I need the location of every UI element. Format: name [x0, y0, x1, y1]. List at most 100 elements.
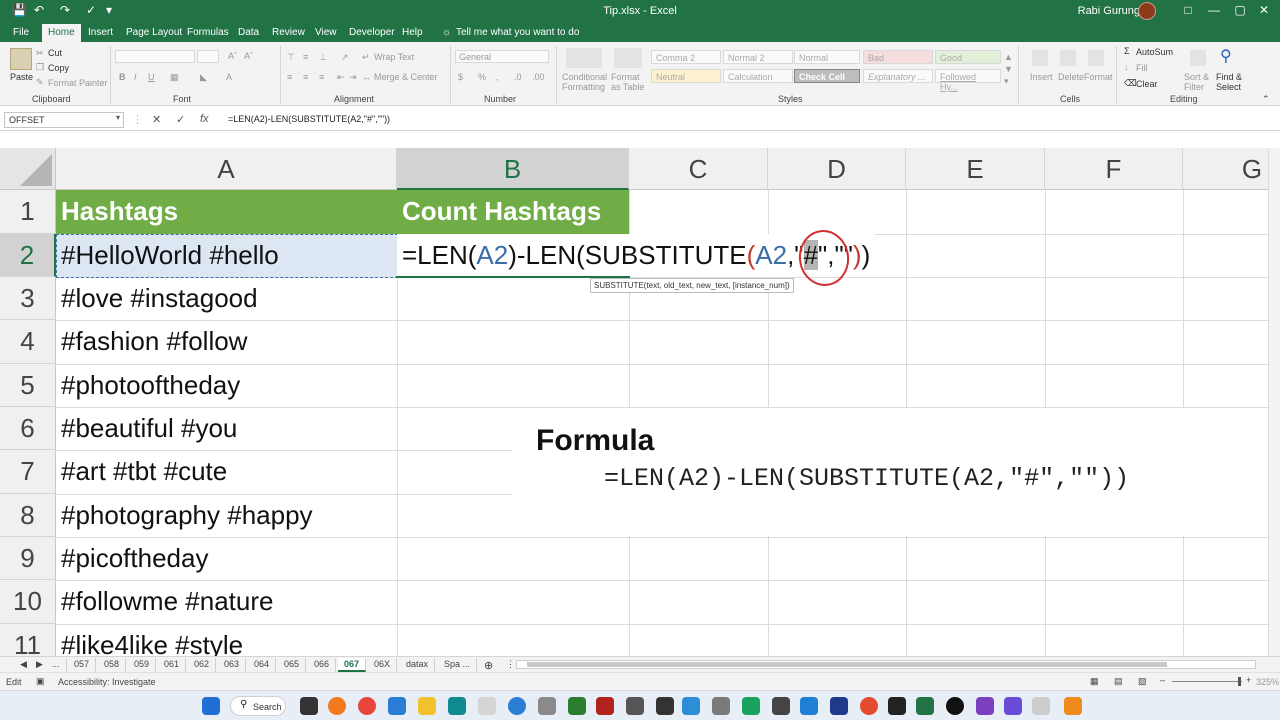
- borders-icon[interactable]: ▦: [170, 72, 179, 83]
- sheet-tab-066[interactable]: 066: [308, 658, 337, 672]
- style-followed-hyperlink[interactable]: Followed Hy...: [935, 69, 1001, 92]
- column-header-a[interactable]: A: [56, 148, 397, 190]
- row-header-4[interactable]: 4: [0, 320, 56, 364]
- filezilla-icon[interactable]: [596, 697, 614, 715]
- tab-developer[interactable]: Developer: [349, 27, 395, 38]
- name-box-dropdown-icon[interactable]: ▾: [116, 113, 120, 122]
- cell-a1[interactable]: Hashtags: [56, 190, 397, 234]
- app-icon[interactable]: [568, 697, 586, 715]
- paste-icon[interactable]: [10, 48, 32, 70]
- collapse-ribbon-icon[interactable]: ⌃: [1262, 94, 1270, 105]
- decrease-indent-icon[interactable]: ⇤: [337, 72, 345, 83]
- autosum-button[interactable]: AutoSum: [1136, 47, 1173, 57]
- column-header-d[interactable]: D: [768, 148, 906, 190]
- avatar[interactable]: [1138, 2, 1156, 20]
- cell-a9[interactable]: #picoftheday: [56, 537, 213, 580]
- zoom-in-icon[interactable]: +: [1246, 675, 1251, 685]
- macro-record-icon[interactable]: ▣: [36, 676, 45, 687]
- cancel-icon[interactable]: ✕: [152, 113, 161, 126]
- align-middle-icon[interactable]: ≡: [303, 52, 308, 62]
- sheet-tab-spa[interactable]: Spa ...: [438, 658, 478, 672]
- column-header-g[interactable]: G: [1183, 148, 1268, 190]
- tab-file[interactable]: File: [13, 27, 29, 38]
- select-all-corner[interactable]: [0, 148, 56, 190]
- align-top-icon[interactable]: ⊤: [287, 52, 295, 63]
- column-header-c[interactable]: C: [629, 148, 768, 190]
- scroll-thumb[interactable]: [527, 662, 1167, 667]
- tab-formulas[interactable]: Formulas: [187, 27, 229, 38]
- ribbon-display-icon[interactable]: □: [1178, 3, 1198, 17]
- italic-icon[interactable]: I: [134, 72, 137, 82]
- vertical-scrollbar[interactable]: [1268, 148, 1280, 656]
- accessibility-status[interactable]: Accessibility: Investigate: [58, 677, 156, 687]
- merge-center-button[interactable]: Merge & Center: [374, 72, 438, 82]
- decrease-decimal-icon[interactable]: .00: [532, 72, 545, 82]
- chrome-icon[interactable]: [358, 697, 376, 715]
- sheet-tab-057[interactable]: 057: [68, 658, 97, 672]
- app-icon[interactable]: [656, 697, 674, 715]
- sheet-tab-061[interactable]: 061: [158, 658, 187, 672]
- cell-a3[interactable]: #love #instagood: [56, 277, 263, 320]
- row-header-5[interactable]: 5: [0, 364, 56, 407]
- cell-a11[interactable]: #like4like #style: [56, 624, 248, 656]
- font-shrink-icon[interactable]: Aˇ: [244, 51, 253, 61]
- row-header-1[interactable]: 1: [0, 190, 56, 234]
- styles-more-icon[interactable]: ▾: [1004, 76, 1009, 87]
- formula-input[interactable]: =LEN(A2)-LEN(SUBSTITUTE(A2,"#","")): [228, 114, 390, 124]
- sheet-tab-datax[interactable]: datax: [400, 658, 436, 672]
- maximize-icon[interactable]: ▢: [1230, 3, 1250, 17]
- sheet-tab-065[interactable]: 065: [278, 658, 307, 672]
- tab-insert[interactable]: Insert: [88, 27, 113, 38]
- row-header-7[interactable]: 7: [0, 450, 56, 494]
- visual-studio-icon[interactable]: [976, 697, 994, 715]
- enter-icon[interactable]: ✓: [176, 113, 185, 126]
- taskbar-search[interactable]: Search: [230, 696, 286, 716]
- column-header-b[interactable]: B: [397, 148, 629, 190]
- row-header-2[interactable]: 2: [0, 234, 56, 277]
- cut-button[interactable]: Cut: [48, 48, 62, 58]
- sheet-tab-067[interactable]: 067: [338, 658, 367, 672]
- app-icon[interactable]: [478, 697, 496, 715]
- paste-button[interactable]: Paste: [10, 72, 33, 82]
- sheet-tab-06x[interactable]: 06X: [368, 658, 398, 672]
- copy-button[interactable]: Copy: [48, 63, 69, 73]
- font-name-dropdown[interactable]: [115, 50, 195, 63]
- zoom-level[interactable]: 325%: [1256, 677, 1279, 687]
- sort-filter-button[interactable]: Sort & Filter: [1184, 72, 1218, 92]
- style-calculation[interactable]: Calculation: [723, 69, 793, 83]
- conditional-formatting-button[interactable]: Conditional Formatting: [562, 72, 610, 92]
- sheet-tab-more[interactable]: ...: [46, 658, 67, 672]
- tab-data[interactable]: Data: [238, 27, 259, 38]
- styles-scroll-down-icon[interactable]: ▼: [1004, 64, 1013, 74]
- align-left-icon[interactable]: ≡: [287, 72, 292, 82]
- task-view-icon[interactable]: [300, 697, 318, 715]
- style-comma-2[interactable]: Comma 2: [651, 50, 721, 64]
- app-icon[interactable]: [712, 697, 730, 715]
- row-header-9[interactable]: 9: [0, 537, 56, 580]
- app-icon[interactable]: [830, 697, 848, 715]
- close-icon[interactable]: ✕: [1254, 3, 1274, 17]
- align-bottom-icon[interactable]: ⊥: [319, 52, 327, 63]
- format-as-table-button[interactable]: Format as Table: [611, 72, 649, 92]
- cell-a6[interactable]: #beautiful #you: [56, 407, 242, 450]
- tab-page-layout[interactable]: Page Layout: [126, 27, 182, 38]
- excel-icon[interactable]: [916, 697, 934, 715]
- insert-button[interactable]: Insert: [1030, 72, 1053, 82]
- row-header-10[interactable]: 10: [0, 580, 56, 624]
- accounting-icon[interactable]: $: [458, 72, 463, 82]
- sheet-tab-064[interactable]: 064: [248, 658, 277, 672]
- cell-a10[interactable]: #followme #nature: [56, 580, 278, 624]
- tab-view[interactable]: View: [315, 27, 337, 38]
- minimize-icon[interactable]: —: [1204, 3, 1224, 17]
- style-neutral[interactable]: Neutral: [651, 69, 721, 83]
- page-layout-view-icon[interactable]: ▤: [1114, 676, 1123, 687]
- firefox-icon[interactable]: [328, 697, 346, 715]
- styles-scroll-up-icon[interactable]: ▲: [1004, 52, 1013, 62]
- wrap-text-button[interactable]: Wrap Text: [374, 52, 414, 62]
- app-icon[interactable]: [860, 697, 878, 715]
- app-icon[interactable]: [626, 697, 644, 715]
- zoom-out-icon[interactable]: –: [1160, 675, 1165, 685]
- cell-a7[interactable]: #art #tbt #cute: [56, 450, 232, 494]
- page-break-view-icon[interactable]: ▧: [1138, 676, 1147, 687]
- orientation-icon[interactable]: ↗: [341, 52, 349, 63]
